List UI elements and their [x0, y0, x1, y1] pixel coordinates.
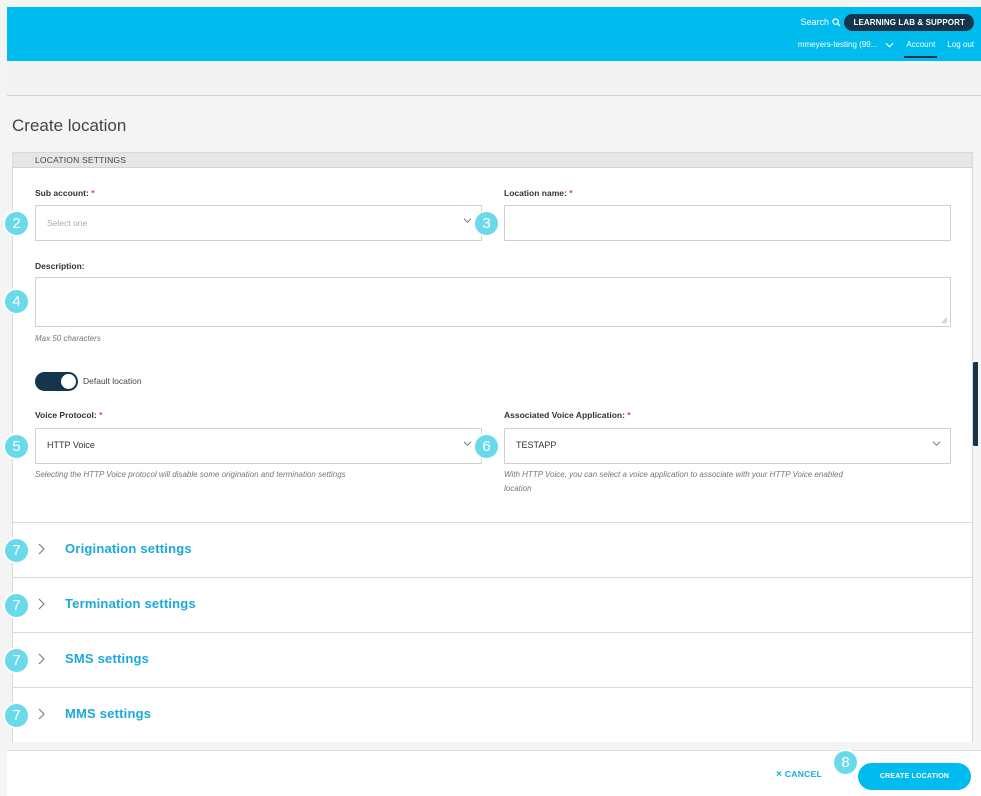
voice-application-label-text: Associated Voice Application: [504, 410, 625, 420]
description-textarea[interactable] [35, 277, 951, 327]
toggle-knob [61, 374, 76, 389]
close-icon: × [776, 769, 783, 780]
voice-application-label: Associated Voice Application: * [504, 410, 631, 420]
sub-account-select[interactable]: Select one [35, 205, 482, 241]
step-marker: 7 [3, 647, 30, 674]
chevron-right-icon [38, 708, 45, 720]
required-mark: * [627, 410, 631, 420]
cancel-button[interactable]: × CANCEL [776, 769, 822, 780]
default-location-label: Default location [83, 376, 142, 386]
cancel-label: CANCEL [784, 769, 823, 779]
voice-protocol-label-text: Voice Protocol: [35, 410, 97, 420]
description-label: Description: [35, 261, 85, 271]
resize-grip-icon[interactable] [941, 317, 948, 324]
step-marker: 3 [473, 210, 500, 237]
create-location-button[interactable]: CREATE LOCATION [858, 763, 971, 790]
required-mark: * [569, 188, 573, 198]
voice-protocol-hint: Selecting the HTTP Voice protocol will d… [35, 470, 346, 479]
step-marker: 2 [3, 210, 30, 237]
accordion-title: SMS settings [65, 651, 150, 666]
sub-account-placeholder: Select one [47, 218, 88, 228]
search-link[interactable]: Search [800, 17, 841, 27]
search-label: Search [800, 17, 829, 27]
step-marker: 4 [3, 288, 30, 315]
sub-account-label: Sub account: * [35, 188, 95, 198]
step-marker: 8 [832, 749, 859, 776]
chevron-right-icon [38, 653, 45, 665]
required-mark: * [91, 188, 95, 198]
voice-application-hint-line: location [504, 484, 532, 493]
step-marker: 5 [3, 433, 30, 460]
user-nav: mmeyers-testing (99... Account Log out [798, 40, 974, 58]
default-location-toggle[interactable] [35, 372, 78, 391]
chevron-right-icon [38, 598, 45, 610]
voice-application-value: TESTAPP [516, 440, 557, 450]
sub-account-label-text: Sub account: [35, 188, 89, 198]
accordion-title: MMS settings [65, 706, 152, 721]
description-hint: Max 50 characters [35, 334, 101, 343]
location-name-label-text: Location name: [504, 188, 567, 198]
location-name-label: Location name: * [504, 188, 573, 198]
accordion-title: Origination settings [65, 541, 192, 556]
location-name-input[interactable] [504, 205, 951, 241]
step-marker: 7 [3, 702, 30, 729]
required-mark: * [99, 410, 103, 420]
user-menu[interactable]: mmeyers-testing (99... [798, 40, 878, 49]
voice-application-select[interactable]: TESTAPP [504, 428, 951, 464]
subheader-band [7, 61, 981, 96]
step-marker: 6 [473, 433, 500, 460]
voice-protocol-select[interactable]: HTTP Voice [35, 428, 482, 464]
chevron-down-icon[interactable] [885, 42, 894, 48]
page-title: Create location [12, 116, 127, 135]
chevron-down-icon [932, 441, 941, 446]
voice-application-hint-line: With HTTP Voice, you can select a voice … [504, 470, 843, 479]
top-header: Search LEARNING LAB & SUPPORT mmeyers-te… [7, 7, 981, 61]
accordion-origination[interactable]: Origination settings [13, 522, 972, 577]
voice-application-hint: With HTTP Voice, you can select a voice … [504, 468, 843, 496]
accordion-mms[interactable]: MMS settings [13, 687, 972, 742]
logout-link[interactable]: Log out [947, 40, 974, 49]
accordion-sms[interactable]: SMS settings [13, 632, 972, 687]
section-header: LOCATION SETTINGS [13, 153, 972, 168]
step-marker: 7 [3, 592, 30, 619]
chevron-right-icon [38, 543, 45, 555]
accordion-title: Termination settings [65, 596, 196, 611]
accordion-termination[interactable]: Termination settings [13, 577, 972, 632]
voice-protocol-label: Voice Protocol: * [35, 410, 102, 420]
chevron-down-icon [463, 441, 472, 446]
chevron-down-icon [463, 218, 472, 223]
step-marker: 7 [3, 537, 30, 564]
account-link[interactable]: Account [904, 40, 938, 58]
search-icon [832, 17, 841, 27]
voice-protocol-value: HTTP Voice [47, 440, 95, 450]
learning-lab-button[interactable]: LEARNING LAB & SUPPORT [844, 14, 974, 31]
